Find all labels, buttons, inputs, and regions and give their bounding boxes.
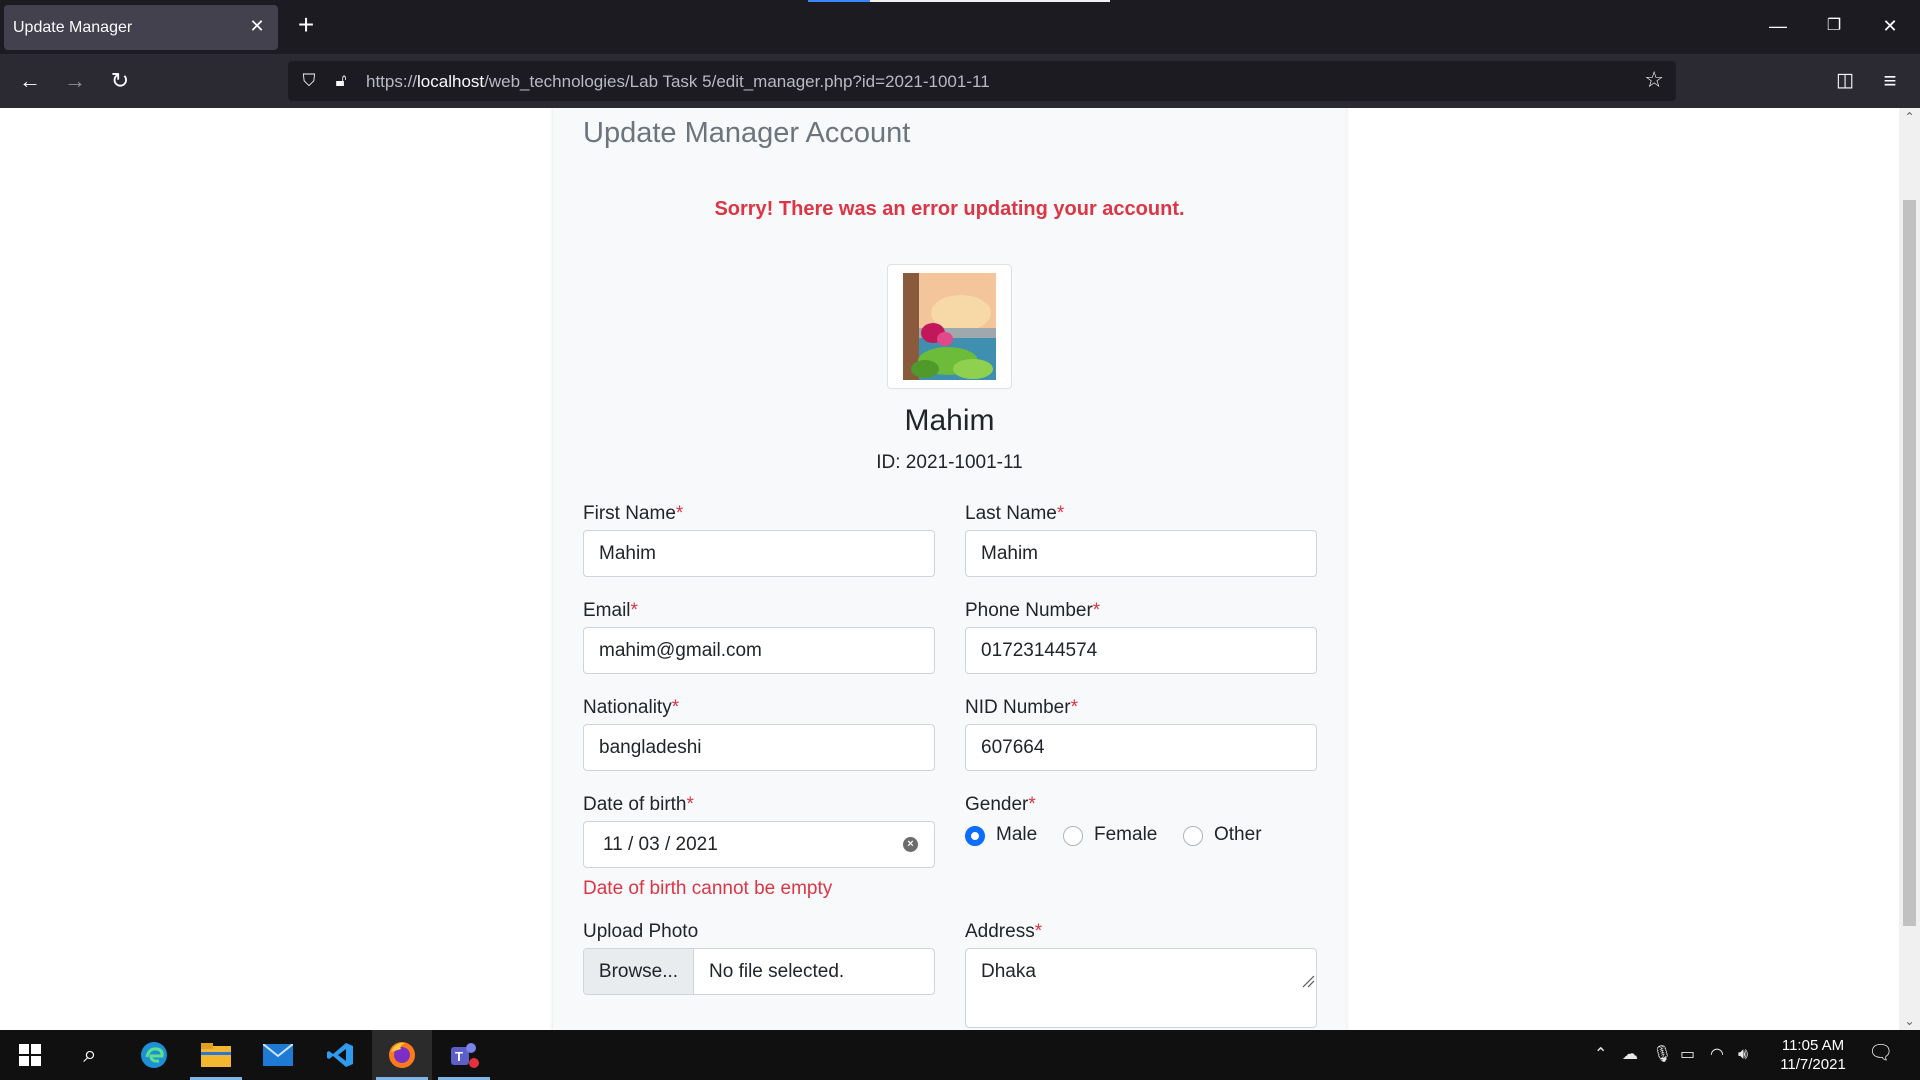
vscode-icon[interactable] (310, 1030, 370, 1080)
profile-photo-frame (887, 264, 1012, 389)
clock-time: 11:05 AM (1781, 1037, 1845, 1054)
profile-id: ID: 2021-1001-11 (876, 452, 1023, 473)
firefox-icon[interactable] (372, 1030, 432, 1080)
upload-photo-label: Upload Photo (583, 921, 699, 942)
shield-icon[interactable]: ⛉ (298, 70, 320, 92)
profile-name: Mahim (904, 404, 995, 437)
url-text[interactable]: https://localhost/web_technologies/Lab T… (366, 72, 990, 92)
search-icon[interactable]: ⌕ (60, 1030, 120, 1080)
svg-text:T: T (455, 1049, 463, 1064)
url-bar[interactable]: ⛉ 🔓︎ https://localhost/web_technologies/… (288, 61, 1676, 101)
nid-input[interactable]: 607664 (965, 724, 1317, 771)
windows-taskbar: ⌕ T ⌃ ☁ 🎙︎ ▭ ◠ 🔊︎ 11:05 AM 11/7/2021 🗨︎ (0, 1030, 1920, 1080)
lock-icon[interactable]: 🔓︎ (330, 70, 352, 92)
error-alert: Sorry! There was an error updating your … (714, 198, 1185, 220)
battery-icon[interactable]: ▭ (1680, 1045, 1695, 1065)
gender-other-label[interactable]: Other (1214, 824, 1262, 846)
scroll-up-arrow-icon[interactable]: ⌃ (1899, 108, 1920, 126)
microphone-icon[interactable]: 🎙︎ (1652, 1045, 1672, 1065)
phone-input[interactable]: 01723144574 (965, 627, 1317, 674)
gender-label: Gender* (965, 794, 1036, 815)
radio-checked-icon[interactable] (965, 826, 985, 846)
email-label: Email* (583, 600, 638, 621)
first-name-input[interactable]: Mahim (583, 530, 935, 577)
page-viewport: Update Manager Account Sorry! There was … (0, 108, 1899, 1030)
navigation-toolbar: ← → ↻ ⛉ 🔓︎ https://localhost/web_technol… (0, 54, 1920, 108)
bookmark-star-icon[interactable]: ☆ (1644, 69, 1664, 91)
last-name-input[interactable]: Mahim (965, 530, 1317, 577)
photo-file-input[interactable]: Browse... No file selected. (583, 948, 935, 995)
scroll-down-arrow-icon[interactable]: ⌄ (1899, 1012, 1920, 1030)
radio-unchecked-icon[interactable] (1063, 826, 1083, 846)
forward-arrow-icon[interactable]: → (59, 65, 91, 97)
tab-strip: Update Manager ✕ + — ❐ ✕ (0, 0, 1920, 54)
pocket-icon[interactable]: ◫ (1829, 65, 1861, 97)
start-windows-icon[interactable] (0, 1030, 60, 1080)
nationality-label: Nationality* (583, 697, 680, 718)
volume-icon[interactable]: 🔊︎ (1738, 1045, 1748, 1065)
mail-icon[interactable] (248, 1030, 308, 1080)
edge-browser-icon[interactable] (124, 1030, 184, 1080)
menu-hamburger-icon[interactable]: ≡ (1874, 65, 1906, 97)
page-title: Update Manager Account (583, 117, 911, 149)
dob-value: 11 / 03 / 2021 (603, 834, 718, 855)
last-name-label: Last Name* (965, 503, 1065, 524)
browse-button[interactable]: Browse... (584, 949, 694, 994)
textarea-resize-handle-icon[interactable] (1301, 974, 1315, 988)
tab-update-manager[interactable]: Update Manager ✕ (4, 5, 278, 50)
radio-unchecked-icon[interactable] (1183, 826, 1203, 846)
onedrive-cloud-icon[interactable]: ☁ (1622, 1045, 1638, 1065)
email-input[interactable]: mahim@gmail.com (583, 627, 935, 674)
wifi-icon[interactable]: ◠ (1710, 1045, 1724, 1065)
phone-label: Phone Number* (965, 600, 1101, 621)
restore-icon[interactable]: ❐ (1816, 10, 1852, 42)
back-arrow-icon[interactable]: ← (14, 65, 46, 97)
show-hidden-icons-chevron-icon[interactable]: ⌃ (1594, 1045, 1607, 1065)
clear-date-icon[interactable]: × (903, 837, 918, 852)
address-label: Address* (965, 921, 1043, 942)
dob-label: Date of birth* (583, 794, 694, 815)
file-status: No file selected. (709, 961, 845, 982)
nationality-input[interactable]: bangladeshi (583, 724, 935, 771)
tab-close-icon[interactable]: ✕ (246, 15, 268, 37)
system-clock[interactable]: 11:05 AM 11/7/2021 (1768, 1036, 1858, 1074)
update-manager-card: Update Manager Account Sorry! There was … (553, 108, 1346, 1030)
teams-icon[interactable]: T (434, 1030, 494, 1080)
dob-error-message: Date of birth cannot be empty (583, 878, 833, 899)
clock-date: 11/7/2021 (1780, 1056, 1846, 1073)
dob-input[interactable]: 11 / 03 / 2021 × (583, 821, 935, 868)
profile-photo (903, 273, 996, 380)
profile-photo-image (903, 273, 996, 380)
window-close-icon[interactable]: ✕ (1872, 10, 1908, 42)
first-name-label: First Name* (583, 503, 684, 524)
file-explorer-icon[interactable] (186, 1030, 246, 1080)
gender-radio-group: Male Female Other (965, 824, 1305, 852)
title-indicator-accent (808, 0, 870, 2)
gender-female-label[interactable]: Female (1094, 824, 1157, 846)
gender-male-label[interactable]: Male (996, 824, 1037, 846)
new-tab-plus-icon[interactable]: + (292, 11, 320, 40)
scroll-thumb[interactable] (1903, 200, 1916, 926)
minimize-icon[interactable]: — (1760, 10, 1796, 42)
address-textarea[interactable]: Dhaka (965, 948, 1317, 1028)
nid-label: NID Number* (965, 697, 1078, 718)
notifications-icon[interactable]: 🗨︎ (1868, 1043, 1893, 1063)
page-scrollbar[interactable]: ⌃ ⌄ (1899, 108, 1920, 1030)
reload-icon[interactable]: ↻ (104, 65, 136, 97)
tab-title: Update Manager (13, 19, 133, 36)
